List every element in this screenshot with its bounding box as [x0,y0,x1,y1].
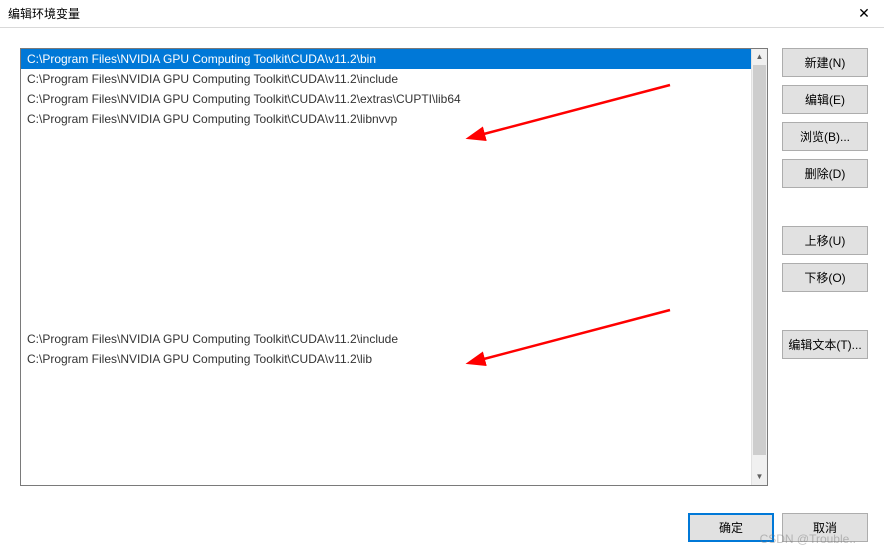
path-list[interactable]: C:\Program Files\NVIDIA GPU Computing To… [20,48,768,486]
scrollbar[interactable]: ▲ ▼ [751,49,767,485]
list-item[interactable]: C:\Program Files\NVIDIA GPU Computing To… [21,109,767,129]
edit-button[interactable]: 编辑(E) [782,85,868,114]
delete-button[interactable]: 删除(D) [782,159,868,188]
list-item[interactable] [21,129,767,149]
list-item[interactable] [21,409,767,429]
scroll-thumb[interactable] [753,65,766,455]
list-item[interactable]: C:\Program Files\NVIDIA GPU Computing To… [21,49,767,69]
content-area: C:\Program Files\NVIDIA GPU Computing To… [0,28,884,508]
move-up-button[interactable]: 上移(U) [782,226,868,255]
list-item[interactable] [21,249,767,269]
list-item[interactable]: C:\Program Files\NVIDIA GPU Computing To… [21,349,767,369]
close-icon[interactable]: ✕ [852,5,876,22]
list-item[interactable] [21,449,767,469]
list-item[interactable] [21,429,767,449]
browse-button[interactable]: 浏览(B)... [782,122,868,151]
edit-text-button[interactable]: 编辑文本(T)... [782,330,868,359]
list-item[interactable] [21,269,767,289]
watermark: CSDN @Trouble.. [760,532,856,546]
side-buttons: 新建(N) 编辑(E) 浏览(B)... 删除(D) 上移(U) 下移(O) 编… [782,48,868,500]
list-item[interactable] [21,169,767,189]
list-item[interactable] [21,229,767,249]
list-item[interactable]: C:\Program Files\NVIDIA GPU Computing To… [21,329,767,349]
list-item[interactable] [21,389,767,409]
move-down-button[interactable]: 下移(O) [782,263,868,292]
list-item[interactable]: C:\Program Files\NVIDIA GPU Computing To… [21,89,767,109]
scroll-up-icon[interactable]: ▲ [752,49,767,65]
list-item[interactable] [21,209,767,229]
list-item[interactable] [21,309,767,329]
scroll-down-icon[interactable]: ▼ [752,469,767,485]
list-item[interactable] [21,289,767,309]
new-button[interactable]: 新建(N) [782,48,868,77]
list-item[interactable] [21,189,767,209]
list-item[interactable] [21,369,767,389]
list-item[interactable]: C:\Program Files\NVIDIA GPU Computing To… [21,69,767,89]
list-item[interactable] [21,149,767,169]
window-title: 编辑环境变量 [8,5,80,22]
titlebar: 编辑环境变量 ✕ [0,0,884,28]
